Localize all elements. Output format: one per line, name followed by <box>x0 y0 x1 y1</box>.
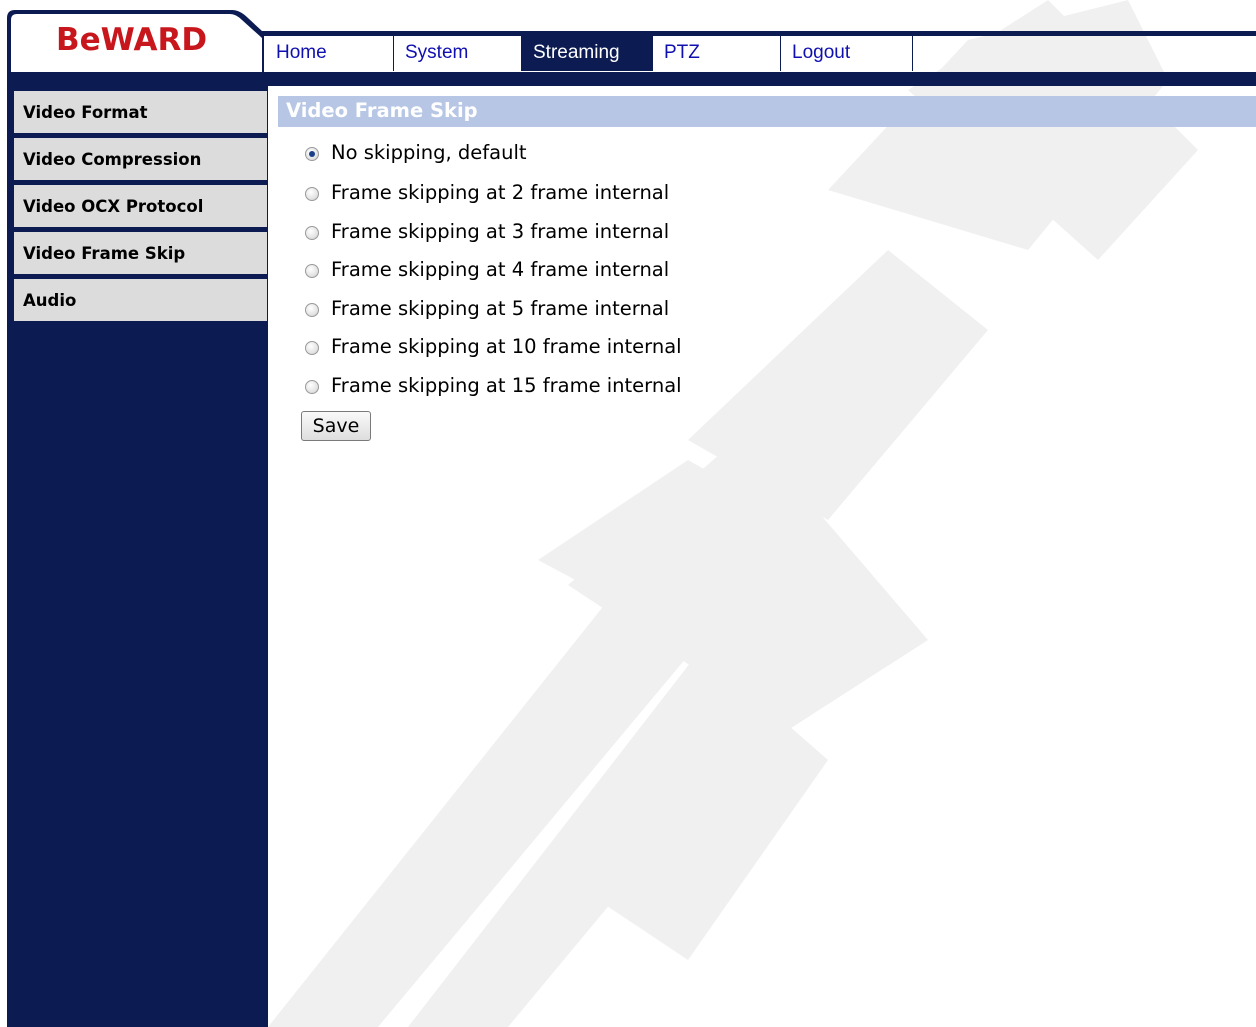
tab-system[interactable]: System <box>394 31 522 71</box>
sidebar-item-audio[interactable]: Audio <box>14 279 267 321</box>
sidebar-item-video-frame-skip[interactable]: Video Frame Skip <box>14 232 267 274</box>
option-label: Frame skipping at 4 frame internal <box>331 258 670 281</box>
beward-logo[interactable]: BeWARD <box>56 18 220 62</box>
option-label: Frame skipping at 3 frame internal <box>331 220 670 243</box>
sidebar-item-video-compression[interactable]: Video Compression <box>14 138 267 180</box>
tab-streaming[interactable]: Streaming <box>522 31 653 71</box>
radio-button[interactable] <box>305 147 319 161</box>
tab-home[interactable]: Home <box>265 31 394 71</box>
radio-button[interactable] <box>305 380 319 394</box>
radio-button[interactable] <box>305 303 319 317</box>
option-label: Frame skipping at 10 frame internal <box>331 335 682 358</box>
tab-logout[interactable]: Logout <box>781 31 913 71</box>
sidebar-item-video-format[interactable]: Video Format <box>14 91 267 133</box>
option-label: Frame skipping at 15 frame internal <box>331 374 682 397</box>
radio-button[interactable] <box>305 226 319 240</box>
tab-ptz[interactable]: PTZ <box>653 31 781 71</box>
radio-button[interactable] <box>305 264 319 278</box>
section-title: Video Frame Skip <box>278 96 1256 127</box>
sidebar: Video Format Video Compression Video OCX… <box>7 86 268 1027</box>
option-label: Frame skipping at 2 frame internal <box>331 181 670 204</box>
header: BeWARD Home System Streaming PTZ Logout <box>0 0 1256 86</box>
option-label: No skipping, default <box>331 141 527 164</box>
sidebar-item-video-ocx-protocol[interactable]: Video OCX Protocol <box>14 185 267 227</box>
radio-button[interactable] <box>305 341 319 355</box>
radio-button[interactable] <box>305 187 319 201</box>
option-label: Frame skipping at 5 frame internal <box>331 297 670 320</box>
save-button[interactable]: Save <box>301 411 371 441</box>
